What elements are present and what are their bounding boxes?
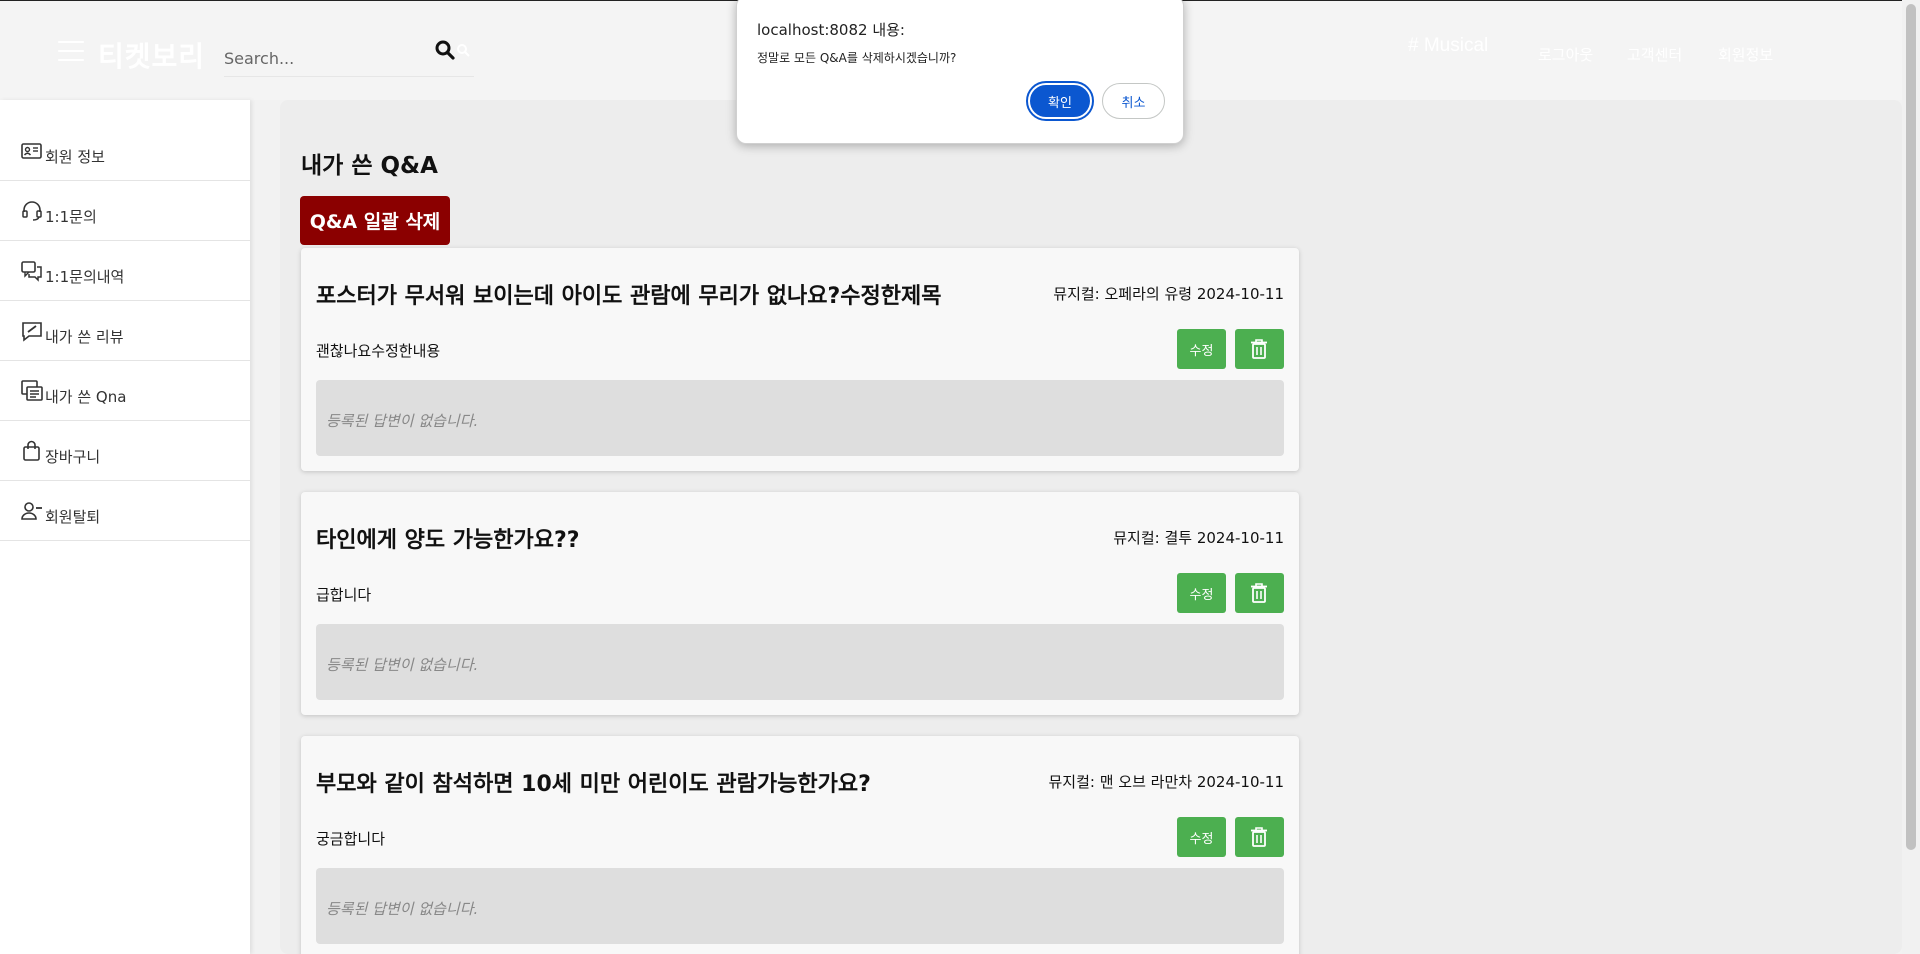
sidebar: 회원 정보 1:1문의 1:1문의내역 내가 쓴 리뷰 내가 쓴 Qna 장바구…: [0, 100, 250, 954]
confirm-ok-button[interactable]: 확인: [1026, 81, 1094, 121]
confirm-cancel-button[interactable]: 취소: [1102, 83, 1165, 119]
qna-content: 괜찮나요수정한내용: [316, 342, 441, 360]
page-scrollbar[interactable]: [1902, 0, 1920, 954]
sidebar-item-label: 회원 정보: [45, 148, 105, 166]
scrollbar-thumb[interactable]: [1906, 4, 1916, 850]
answer-box: 등록된 답변이 없습니다.: [316, 624, 1284, 700]
qna-title: 부모와 같이 참석하면 10세 미만 어린이도 관람가능한가요?: [316, 772, 871, 797]
search-icon[interactable]: [434, 39, 456, 61]
hamburger-menu-icon[interactable]: [58, 41, 84, 61]
sidebar-item-label: 1:1문의: [45, 208, 97, 226]
nav-member-info[interactable]: 회원정보: [1718, 44, 1773, 65]
confirm-dialog: localhost:8082 내용: 정말로 모든 Q&A를 삭제하시겠습니까?…: [736, 0, 1184, 144]
sidebar-item-my-reviews[interactable]: 내가 쓴 리뷰: [0, 301, 250, 361]
qna-content: 궁금합니다: [316, 830, 386, 848]
sidebar-item-my-qna[interactable]: 내가 쓴 Qna: [0, 361, 250, 421]
trash-icon: [1251, 583, 1267, 603]
user-remove-icon: [21, 502, 42, 520]
qna-meta: 뮤지컬: 맨 오브 라만차 2024-10-11: [1048, 773, 1285, 791]
qna-meta: 뮤지컬: 오페라의 유령 2024-10-11: [1053, 285, 1284, 303]
no-answer-text: 등록된 답변이 없습니다.: [326, 900, 479, 918]
qna-card: 타인에게 양도 가능한가요?? 뮤지컬: 결투 2024-10-11 급합니다 …: [301, 492, 1299, 715]
sidebar-item-label: 장바구니: [45, 448, 101, 466]
edit-button[interactable]: 수정: [1177, 329, 1226, 369]
sidebar-item-label: 회원탈퇴: [45, 508, 101, 526]
headset-icon: [22, 201, 42, 221]
qna-content: 급합니다: [316, 586, 372, 604]
answer-box: 등록된 답변이 없습니다.: [316, 380, 1284, 456]
trash-icon: [1251, 827, 1267, 847]
sidebar-item-member-info[interactable]: 회원 정보: [0, 100, 250, 181]
id-card-icon: [21, 143, 42, 159]
search-icon-faded: [457, 44, 470, 57]
qna-card: 부모와 같이 참석하면 10세 미만 어린이도 관람가능한가요? 뮤지컬: 맨 …: [301, 736, 1299, 954]
qna-meta: 뮤지컬: 결투 2024-10-11: [1113, 529, 1284, 547]
main-panel: 내가 쓴 Q&A Q&A 일괄 삭제 포스터가 무서워 보이는데 아이도 관람에…: [280, 100, 1902, 954]
shopping-bag-icon: [23, 440, 40, 461]
delete-button[interactable]: [1235, 329, 1284, 369]
page-title: 내가 쓴 Q&A: [301, 153, 438, 179]
no-answer-text: 등록된 답변이 없습니다.: [326, 656, 479, 674]
dialog-title: localhost:8082 내용:: [757, 21, 905, 39]
sidebar-item-label: 내가 쓴 리뷰: [45, 328, 124, 346]
search-bar: [224, 39, 474, 77]
musical-tag[interactable]: # Musical: [1408, 35, 1488, 57]
dialog-message: 정말로 모든 Q&A를 삭제하시겠습니까?: [757, 51, 957, 65]
logo[interactable]: 티켓보리: [98, 35, 205, 75]
edit-button[interactable]: 수정: [1177, 817, 1226, 857]
qna-title: 타인에게 양도 가능한가요??: [316, 528, 580, 553]
sidebar-item-inquiry-history[interactable]: 1:1문의내역: [0, 241, 250, 301]
no-answer-text: 등록된 답변이 없습니다.: [326, 412, 479, 430]
chat-history-icon: [21, 261, 42, 282]
trash-icon: [1251, 339, 1267, 359]
review-icon: [22, 322, 42, 342]
sidebar-item-cart[interactable]: 장바구니: [0, 421, 250, 481]
delete-button[interactable]: [1235, 573, 1284, 613]
nav-logout[interactable]: 로그아웃: [1538, 44, 1593, 65]
qna-card: 포스터가 무서워 보이는데 아이도 관람에 무리가 없나요?수정한제목 뮤지컬:…: [301, 248, 1299, 471]
edit-button[interactable]: 수정: [1177, 573, 1226, 613]
bulk-delete-button[interactable]: Q&A 일괄 삭제: [300, 196, 450, 245]
sidebar-item-label: 내가 쓴 Qna: [45, 388, 127, 406]
sidebar-item-label: 1:1문의내역: [45, 268, 125, 286]
qna-title: 포스터가 무서워 보이는데 아이도 관람에 무리가 없나요?수정한제목: [316, 284, 942, 309]
answer-box: 등록된 답변이 없습니다.: [316, 868, 1284, 944]
search-input[interactable]: [224, 43, 424, 73]
qna-list-icon: [21, 380, 43, 401]
nav-customer-center[interactable]: 고객센터: [1627, 44, 1682, 65]
sidebar-item-inquiry[interactable]: 1:1문의: [0, 181, 250, 241]
delete-button[interactable]: [1235, 817, 1284, 857]
sidebar-item-withdraw[interactable]: 회원탈퇴: [0, 481, 250, 541]
